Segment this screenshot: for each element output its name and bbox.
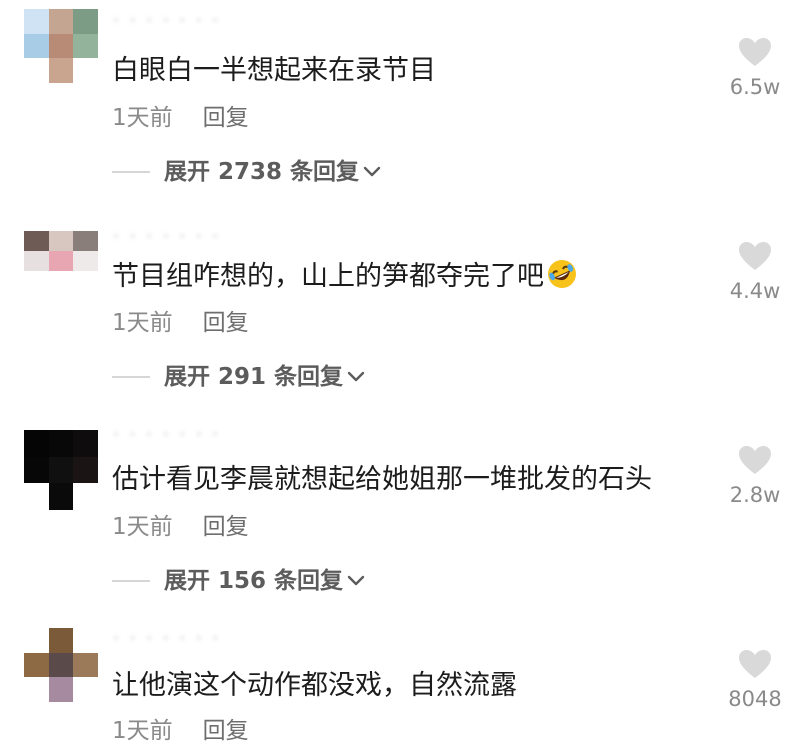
expand-replies-button[interactable]: 展开 2738 条回复 <box>112 157 382 187</box>
comment-meta: 1天前 回复 <box>112 103 249 133</box>
chevron-down-icon <box>347 575 365 586</box>
comment-item: · · · · · · · 白眼白一半想起来在录节目 1天前 回复 展开 2738… <box>0 0 800 204</box>
comment-username[interactable]: · · · · · · · <box>112 224 219 246</box>
divider-line <box>112 580 150 582</box>
comment-text: 让他演这个动作都没戏，自然流露 <box>112 670 517 701</box>
comment-time: 1天前 <box>112 105 173 131</box>
chevron-down-icon <box>363 166 381 177</box>
comment-item: · · · · · · · 让他演这个动作都没戏，自然流露 1天前 回复 8048 <box>0 612 800 752</box>
divider-line <box>112 376 150 378</box>
avatar[interactable] <box>24 628 98 702</box>
comment-time: 1天前 <box>112 718 173 744</box>
comment-meta: 1天前 回复 <box>112 308 249 338</box>
like-count: 6.5w <box>729 75 781 99</box>
comment-text: 白眼白一半想起来在录节目 <box>112 55 436 86</box>
like-button[interactable]: 2.8w <box>720 444 790 508</box>
avatar[interactable] <box>24 231 98 291</box>
like-button[interactable]: 8048 <box>720 648 790 712</box>
rolling-on-floor-laughing-icon <box>548 260 576 288</box>
like-count: 4.4w <box>729 279 781 303</box>
comment-item: · · · · · · · 节目组咋想的，山上的笋都夺完了吧 1天前 回复 展开 … <box>0 204 800 408</box>
reply-button[interactable]: 回复 <box>203 105 249 131</box>
expand-replies-label: 展开 291 条回复 <box>164 364 344 390</box>
comment-time: 1天前 <box>112 310 173 336</box>
like-count: 8048 <box>728 687 782 711</box>
like-button[interactable]: 4.4w <box>720 240 790 304</box>
comment-text: 估计看见李晨就想起给她姐那一堆批发的石头 <box>112 464 652 495</box>
heart-icon <box>739 446 771 474</box>
avatar[interactable] <box>24 430 98 510</box>
comment-username[interactable]: · · · · · · · <box>112 422 219 444</box>
heart-icon <box>739 650 771 678</box>
chevron-down-icon <box>347 371 365 382</box>
comment-text: 节目组咋想的，山上的笋都夺完了吧 <box>112 258 578 295</box>
comment-meta: 1天前 回复 <box>112 512 249 542</box>
expand-replies-label: 展开 2738 条回复 <box>164 159 360 185</box>
comment-username[interactable]: · · · · · · · <box>112 626 219 648</box>
divider-line <box>112 171 150 173</box>
expand-replies-button[interactable]: 展开 291 条回复 <box>112 362 366 392</box>
heart-icon <box>739 38 771 66</box>
expand-replies-label: 展开 156 条回复 <box>164 568 344 594</box>
comment-item: · · · · · · · 估计看见李晨就想起给她姐那一堆批发的石头 1天前 回复… <box>0 408 800 612</box>
like-count: 2.8w <box>729 483 781 507</box>
reply-button[interactable]: 回复 <box>203 514 249 540</box>
reply-button[interactable]: 回复 <box>203 718 249 744</box>
comment-username[interactable]: · · · · · · · <box>112 8 219 30</box>
comment-meta: 1天前 回复 <box>112 716 249 746</box>
comment-text-content: 节目组咋想的，山上的笋都夺完了吧 <box>112 261 544 292</box>
avatar[interactable] <box>24 9 98 83</box>
reply-button[interactable]: 回复 <box>203 310 249 336</box>
comment-time: 1天前 <box>112 514 173 540</box>
heart-icon <box>739 242 771 270</box>
like-button[interactable]: 6.5w <box>720 36 790 100</box>
expand-replies-button[interactable]: 展开 156 条回复 <box>112 566 366 596</box>
